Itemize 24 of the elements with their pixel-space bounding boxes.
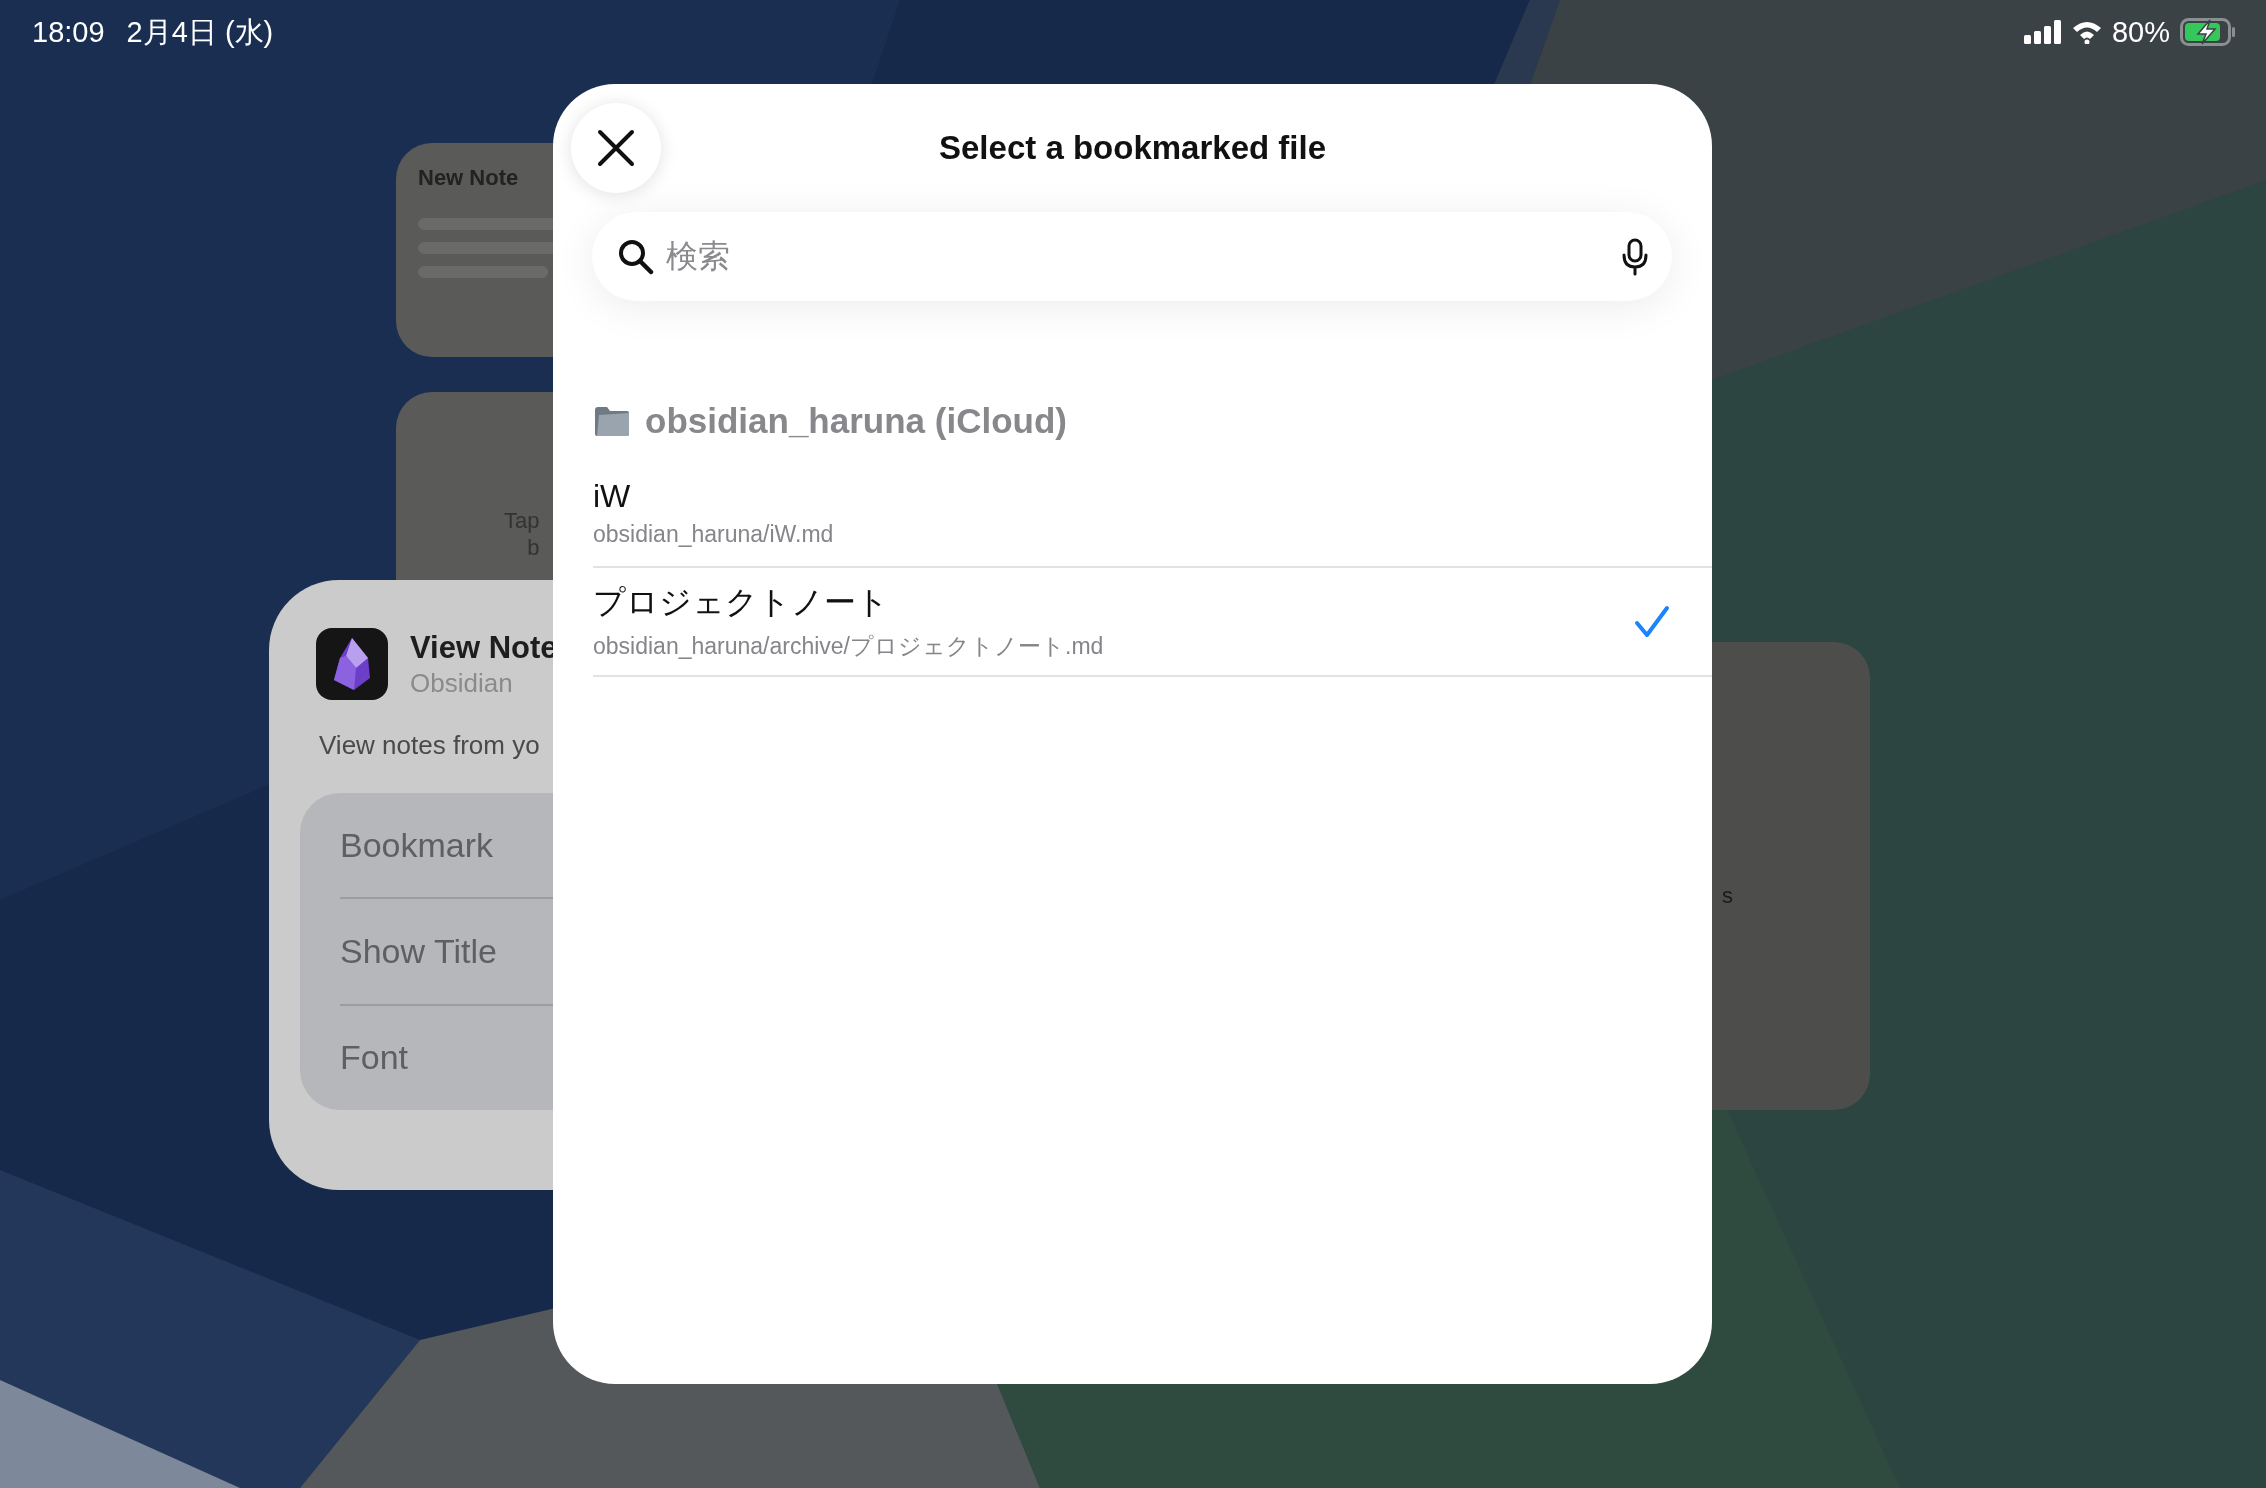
file-row[interactable]: プロジェクトノート obsidian_haruna/archive/プロジェクトノート.md: [593, 568, 1712, 677]
file-title: プロジェクトノート: [593, 583, 890, 622]
section-title: obsidian_haruna (iCloud): [645, 401, 1067, 441]
search-icon: [618, 238, 654, 275]
file-path: obsidian_haruna/archive/プロジェクトノート.md: [593, 632, 1105, 661]
file-title: iW: [593, 477, 632, 515]
search-input[interactable]: 検索: [664, 237, 1612, 276]
time-text: 18:09: [32, 15, 105, 50]
wifi-icon: [2071, 20, 2102, 44]
battery-percent-text: 80%: [2111, 15, 2170, 50]
sheet-title: Select a bookmarked file: [939, 129, 1326, 167]
widget-title: New Note: [418, 165, 519, 191]
date-text: 2月4日 (水): [126, 15, 274, 50]
close-icon: [597, 129, 635, 167]
widget-description: View notes from yo: [319, 730, 540, 761]
folder-icon: [593, 404, 631, 438]
file-path: obsidian_haruna/iW.md: [593, 520, 835, 548]
battery-charging-icon: [2180, 18, 2236, 46]
microphone-icon[interactable]: [1622, 237, 1648, 276]
app-name: Obsidian: [410, 667, 514, 699]
app-icon: [316, 628, 388, 700]
file-row[interactable]: iW obsidian_haruna/iW.md: [593, 459, 1712, 568]
signal-icon: [2023, 20, 2062, 44]
widget-name: View Note: [410, 629, 558, 666]
